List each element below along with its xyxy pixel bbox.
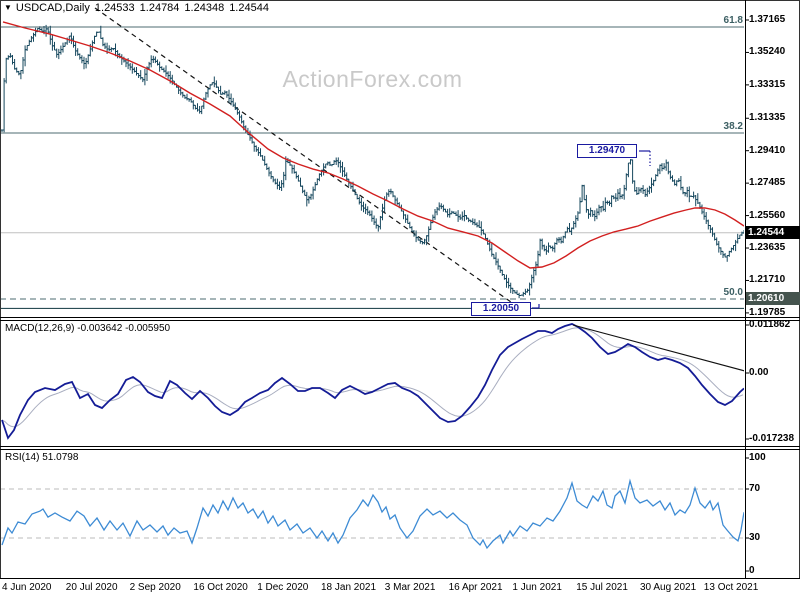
date-axis-label: 18 Jan 2021 (321, 582, 376, 593)
fib-level-label: 61.8 (0, 15, 743, 26)
fib-level-label: 38.2 (0, 121, 743, 132)
symbol-dropdown-icon: ▼ (4, 3, 12, 12)
macd-panel-title: MACD(12,26,9) -0.003642 -0.005950 (5, 323, 170, 334)
date-axis-label: 20 Jul 2020 (66, 582, 118, 593)
date-axis-label: 16 Oct 2020 (193, 582, 247, 593)
macd-axis-label: 0.00 (749, 367, 768, 378)
macd-axis-label: 0.011862 (749, 319, 790, 330)
rsi-axis-label: 100 (749, 452, 766, 463)
price-axis-label: 1.21710 (749, 274, 785, 285)
price-axis-label: 1.29410 (749, 145, 785, 156)
price-axis-label: 1.27485 (749, 177, 785, 188)
date-axis-label: 16 Apr 2021 (449, 582, 503, 593)
price-axis-label: 1.23635 (749, 242, 785, 253)
symbol-timeframe-label: USDCAD,Daily (16, 2, 90, 14)
rsi-panel-title: RSI(14) 51.0798 (5, 452, 78, 463)
fib-price-tag: 1.20610 (746, 292, 800, 305)
swing-low-callout: 1.20050 (471, 302, 531, 316)
swing-high-callout: 1.29470 (577, 144, 637, 158)
ohlc-low-value: 1.24348 (184, 2, 224, 14)
ohlc-close-value: 1.24544 (229, 2, 269, 14)
date-axis-label: 1 Dec 2020 (257, 582, 308, 593)
price-axis-label: 1.31335 (749, 112, 785, 123)
rsi-axis-label: 0 (749, 565, 755, 576)
current-price-tag: 1.24544 (746, 226, 800, 239)
chart-canvas (0, 0, 800, 600)
rsi-axis-label: 70 (749, 483, 760, 494)
price-axis-label: 1.19785 (749, 307, 785, 318)
chart-window: ActionForex.com ▼USDCAD,Daily1.245331.24… (0, 0, 800, 600)
price-axis-label: 1.37165 (749, 14, 785, 25)
date-axis-label: 3 Mar 2021 (385, 582, 436, 593)
rsi-axis-label: 30 (749, 532, 760, 543)
date-axis-label: 2 Sep 2020 (130, 582, 181, 593)
macd-axis-label: -0.017238 (749, 433, 794, 444)
price-axis-label: 1.25560 (749, 210, 785, 221)
date-axis-label: 30 Aug 2021 (640, 582, 696, 593)
date-axis-label: 4 Jun 2020 (2, 582, 52, 593)
price-axis-label: 1.33315 (749, 79, 785, 90)
ohlc-open-value: 1.24533 (95, 2, 135, 14)
date-axis-label: 13 Oct 2021 (704, 582, 758, 593)
ohlc-high-value: 1.24784 (140, 2, 180, 14)
chart-header: ▼ USDCAD,Daily 1.24533 1.24784 1.24348 1.2454… (4, 2, 274, 14)
date-axis-label: 15 Jul 2021 (576, 582, 628, 593)
date-axis-label: 1 Jun 2021 (512, 582, 562, 593)
price-axis-label: 1.35240 (749, 46, 785, 57)
fib-level-label: 50.0 (0, 287, 743, 298)
